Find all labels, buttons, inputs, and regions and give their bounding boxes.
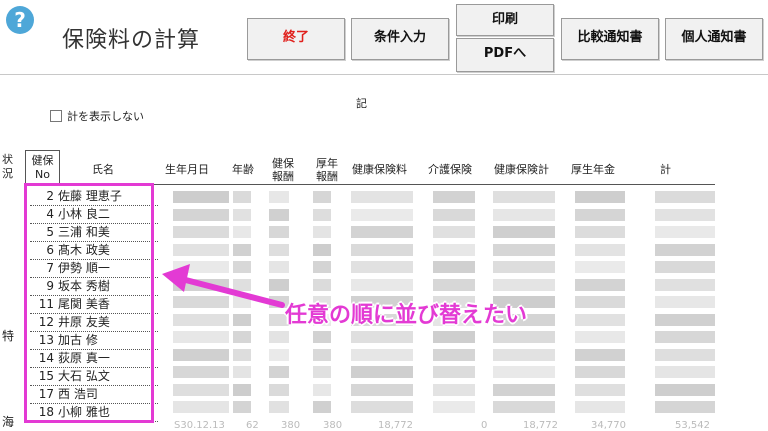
annotation-arrow-icon xyxy=(162,264,285,308)
annotation-text: 任意の順に並び替えたい xyxy=(285,303,528,328)
